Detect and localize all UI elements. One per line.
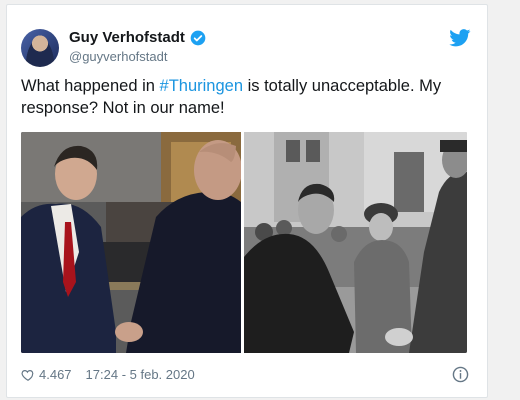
photo-handshake-historical[interactable] xyxy=(244,132,467,353)
tweet-text: What happened in #Thuringen is totally u… xyxy=(21,75,471,119)
tweet-text-start: What happened in xyxy=(21,77,160,95)
photo-handshake-historical-image xyxy=(244,132,467,353)
like-count[interactable]: 4.467 xyxy=(39,367,72,382)
author-name[interactable]: Guy Verhofstadt xyxy=(69,29,185,46)
avatar[interactable] xyxy=(21,29,59,67)
photo-handshake-modern-image xyxy=(21,132,241,353)
tweet-media[interactable] xyxy=(21,132,467,353)
photo-handshake-modern[interactable] xyxy=(21,132,241,353)
twitter-bird-icon[interactable] xyxy=(449,29,471,47)
verified-badge-icon xyxy=(190,30,206,45)
tweet-card: Guy Verhofstadt @guyverhofstadt What hap… xyxy=(6,4,488,398)
heart-icon[interactable] xyxy=(21,368,35,382)
tweet-timestamp[interactable]: 17:24 - 5 feb. 2020 xyxy=(86,367,195,382)
author-name-row: Guy Verhofstadt xyxy=(69,29,206,46)
info-icon[interactable] xyxy=(452,366,469,383)
tweet-footer: 4.467 17:24 - 5 feb. 2020 xyxy=(21,367,195,382)
hashtag-link[interactable]: #Thuringen xyxy=(160,77,243,95)
author-handle[interactable]: @guyverhofstadt xyxy=(69,49,167,64)
